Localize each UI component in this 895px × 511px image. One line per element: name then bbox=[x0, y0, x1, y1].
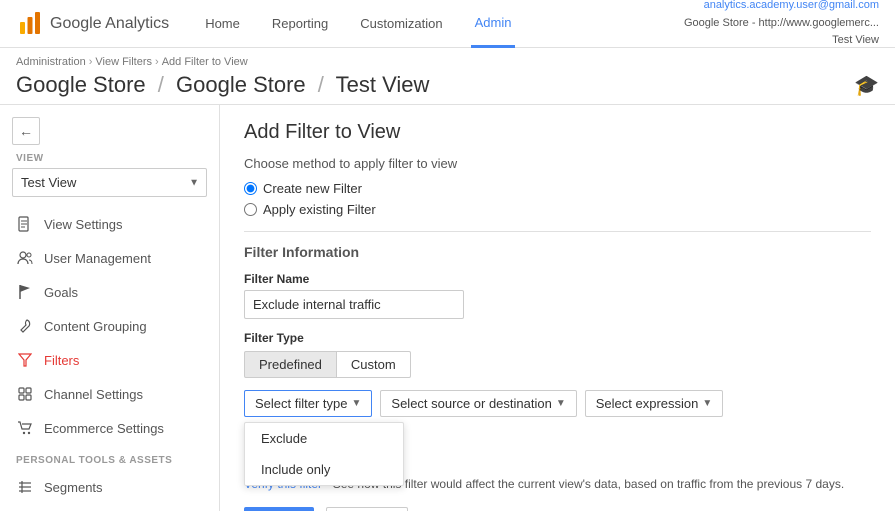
choose-method-label: Choose method to apply filter to view bbox=[244, 156, 871, 171]
nav-reporting[interactable]: Reporting bbox=[268, 0, 332, 48]
dropdown-row: Select filter type ▼ Exclude Include onl… bbox=[244, 390, 871, 417]
top-nav: Home Reporting Customization Admin bbox=[201, 0, 515, 48]
sidebar-view-settings-label: View Settings bbox=[44, 217, 123, 232]
cart-icon bbox=[16, 419, 34, 437]
content-title: Add Filter to View bbox=[244, 121, 871, 144]
ga-logo-icon bbox=[16, 10, 44, 38]
select-filter-type-btn[interactable]: Select filter type ▼ bbox=[244, 390, 372, 417]
sidebar-item-user-management[interactable]: User Management bbox=[0, 241, 219, 275]
nav-admin[interactable]: Admin bbox=[471, 0, 516, 48]
filter-info-title: Filter Information bbox=[244, 244, 871, 260]
sidebar-item-channel-settings[interactable]: Channel Settings bbox=[0, 377, 219, 411]
filter-name-input[interactable] bbox=[244, 290, 464, 319]
graduation-icon: 🎓 bbox=[854, 73, 879, 98]
radio-apply-existing-label: Apply existing Filter bbox=[263, 202, 376, 217]
nav-home[interactable]: Home bbox=[201, 0, 244, 48]
page-title: Google Store / Google Store / Test View bbox=[16, 72, 429, 98]
view-selector-wrapper: Test View ▼ bbox=[12, 168, 207, 197]
personal-tools-label: PERSONAL TOOLS & ASSETS bbox=[0, 445, 219, 470]
filter-type-dropdown-menu: Exclude Include only bbox=[244, 422, 404, 486]
sidebar-ecommerce-label: Ecommerce Settings bbox=[44, 421, 164, 436]
breadcrumb-sep2: › bbox=[155, 56, 159, 68]
page-title-sep1: / bbox=[158, 72, 164, 97]
select-source-label: Select source or destination bbox=[391, 396, 551, 411]
breadcrumb-view-filters[interactable]: View Filters bbox=[95, 56, 152, 68]
save-button[interactable]: Save bbox=[244, 507, 314, 511]
flag-icon bbox=[16, 283, 34, 301]
sidebar-item-view-settings[interactable]: View Settings bbox=[0, 207, 219, 241]
breadcrumb-sep1: › bbox=[89, 56, 93, 68]
filter-icon bbox=[16, 351, 34, 369]
user-info: analytics.academy.user@gmail.com Google … bbox=[684, 0, 879, 50]
select-expression-label: Select expression bbox=[596, 396, 699, 411]
header-left: Google Analytics Home Reporting Customiz… bbox=[16, 0, 515, 48]
filter-type-btn-group: Predefined Custom bbox=[244, 351, 871, 378]
page-title-sep2: / bbox=[318, 72, 324, 97]
radio-apply-existing[interactable]: Apply existing Filter bbox=[244, 202, 871, 217]
filter-type-dropdown-wrapper: Select filter type ▼ Exclude Include onl… bbox=[244, 390, 372, 417]
sidebar-item-ecommerce[interactable]: Ecommerce Settings bbox=[0, 411, 219, 445]
page-title-row: Google Store / Google Store / Test View … bbox=[16, 72, 879, 104]
filter-type-label: Filter Type bbox=[244, 331, 871, 345]
view-selector[interactable]: Test View bbox=[12, 168, 207, 197]
select-source-btn[interactable]: Select source or destination ▼ bbox=[380, 390, 576, 417]
page-title-sub2: Test View bbox=[336, 72, 430, 97]
sidebar-channel-settings-label: Channel Settings bbox=[44, 387, 143, 402]
radio-create-new[interactable]: Create new Filter bbox=[244, 181, 871, 196]
breadcrumb: Administration › View Filters › Add Filt… bbox=[16, 56, 879, 68]
back-button[interactable]: ← bbox=[12, 117, 40, 145]
predefined-btn[interactable]: Predefined bbox=[244, 351, 337, 378]
sidebar-goals-label: Goals bbox=[44, 285, 78, 300]
dd-arrow-1: ▼ bbox=[352, 398, 362, 409]
breadcrumb-admin[interactable]: Administration bbox=[16, 56, 86, 68]
page-title-store: Google Store bbox=[16, 72, 146, 97]
cancel-button[interactable]: Cancel bbox=[326, 507, 408, 511]
select-filter-type-label: Select filter type bbox=[255, 396, 348, 411]
sidebar-item-goals[interactable]: Goals bbox=[0, 275, 219, 309]
logo-area: Google Analytics bbox=[16, 10, 169, 38]
page-title-sub1: Google Store bbox=[176, 72, 306, 97]
sidebar-filters-label: Filters bbox=[44, 353, 79, 368]
radio-apply-existing-input[interactable] bbox=[244, 203, 257, 216]
segments-icon bbox=[16, 478, 34, 496]
sidebar-segments-label: Segments bbox=[44, 480, 103, 495]
action-row: Save Cancel bbox=[244, 507, 871, 511]
nav-customization[interactable]: Customization bbox=[356, 0, 446, 48]
breadcrumb-area: Administration › View Filters › Add Filt… bbox=[0, 48, 895, 105]
main-layout: ← VIEW Test View ▼ View Settings User Ma… bbox=[0, 105, 895, 511]
radio-group: Create new Filter Apply existing Filter bbox=[244, 181, 871, 217]
wrench-icon bbox=[16, 317, 34, 335]
view-name: Test View bbox=[684, 32, 879, 50]
sidebar: ← VIEW Test View ▼ View Settings User Ma… bbox=[0, 105, 220, 511]
sidebar-content-grouping-label: Content Grouping bbox=[44, 319, 147, 334]
channel-icon bbox=[16, 385, 34, 403]
users-icon bbox=[16, 249, 34, 267]
logo-text: Google Analytics bbox=[50, 15, 169, 33]
select-expression-btn[interactable]: Select expression ▼ bbox=[585, 390, 724, 417]
store-name: Google Store - http://www.googlemerc... bbox=[684, 15, 879, 33]
sidebar-item-segments[interactable]: Segments bbox=[0, 470, 219, 504]
content-area: Add Filter to View Choose method to appl… bbox=[220, 105, 895, 511]
radio-create-new-label: Create new Filter bbox=[263, 181, 362, 196]
user-email: analytics.academy.user@gmail.com bbox=[684, 0, 879, 15]
filter-name-label: Filter Name bbox=[244, 272, 871, 286]
breadcrumb-current: Add Filter to View bbox=[162, 56, 248, 68]
doc-icon bbox=[16, 215, 34, 233]
divider-1 bbox=[244, 231, 871, 232]
dropdown-item-exclude[interactable]: Exclude bbox=[245, 423, 403, 454]
view-section-label: VIEW bbox=[0, 153, 219, 168]
sidebar-user-management-label: User Management bbox=[44, 251, 151, 266]
dd-arrow-2: ▼ bbox=[556, 398, 566, 409]
radio-create-new-input[interactable] bbox=[244, 182, 257, 195]
sidebar-item-filters[interactable]: Filters bbox=[0, 343, 219, 377]
dd-arrow-3: ▼ bbox=[702, 398, 712, 409]
sidebar-item-annotations[interactable]: Annotations bbox=[0, 504, 219, 511]
header: Google Analytics Home Reporting Customiz… bbox=[0, 0, 895, 48]
dropdown-item-include-only[interactable]: Include only bbox=[245, 454, 403, 485]
sidebar-item-content-grouping[interactable]: Content Grouping bbox=[0, 309, 219, 343]
custom-btn[interactable]: Custom bbox=[337, 351, 411, 378]
